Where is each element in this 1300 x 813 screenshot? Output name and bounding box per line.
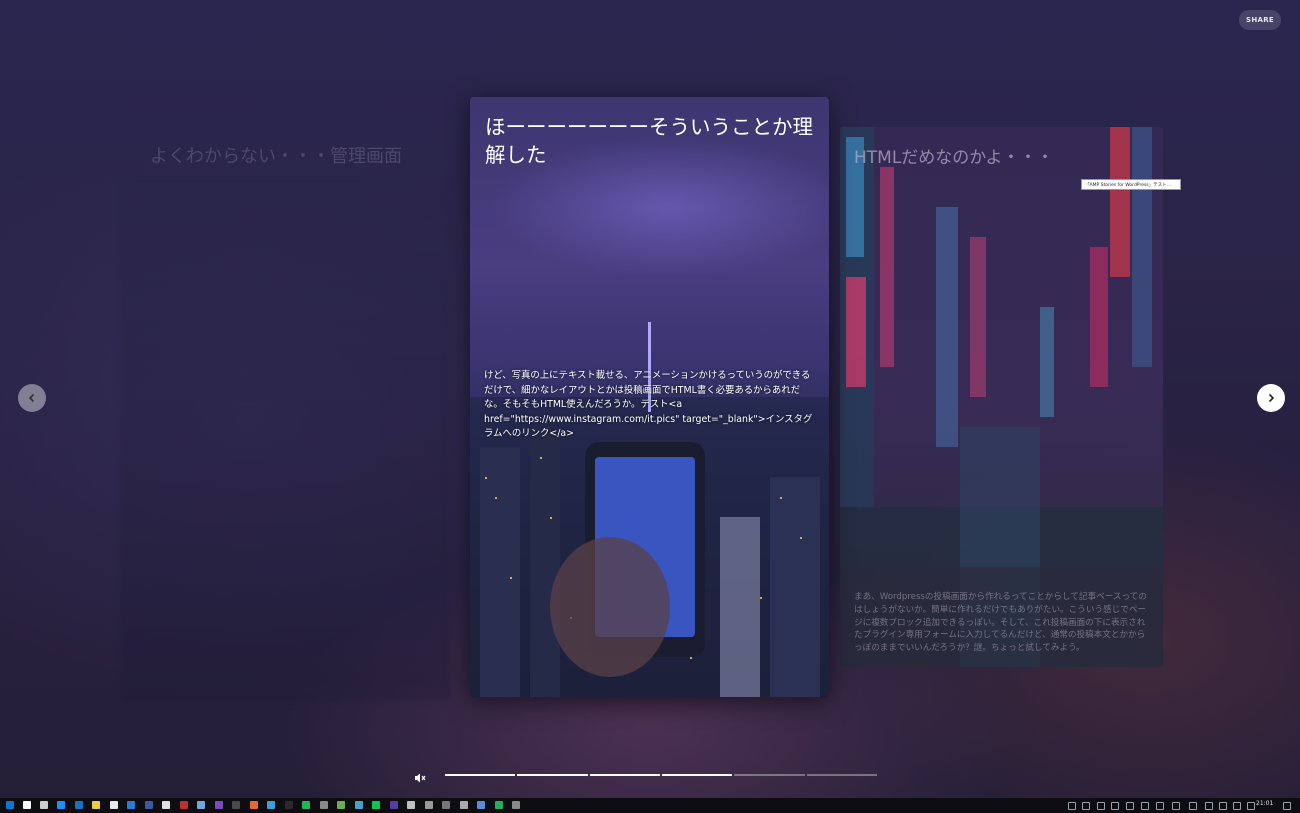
next-page-card[interactable]: HTMLだめなのかよ・・・ まあ、Wordpressの投稿画面から作れるってこと… — [840, 127, 1163, 667]
system-tray-icon[interactable] — [1233, 802, 1241, 810]
taskbar-app-icon[interactable] — [197, 801, 205, 809]
system-tray-icon[interactable] — [1111, 802, 1119, 810]
next-page-title: HTMLだめなのかよ・・・ — [854, 148, 1054, 168]
progress-segment — [589, 774, 660, 776]
system-tray-icon[interactable] — [1156, 802, 1164, 810]
taskbar-app-icon[interactable] — [284, 801, 293, 809]
next-page-button[interactable] — [1257, 384, 1285, 412]
taskbar-app-icon[interactable] — [372, 801, 380, 809]
volume-muted-icon — [415, 773, 426, 783]
progress-segment — [517, 774, 588, 776]
system-tray-icon[interactable] — [1141, 802, 1149, 810]
progress-segment — [734, 774, 805, 776]
system-tray-icon[interactable] — [1189, 802, 1197, 810]
taskbar-app-icon[interactable] — [389, 801, 398, 809]
system-tray-icon[interactable] — [1219, 802, 1227, 810]
progress-segment — [445, 774, 516, 776]
system-tray-icon[interactable] — [1247, 802, 1255, 810]
progress-segment — [661, 774, 733, 776]
taskbar-app-icon[interactable] — [40, 801, 48, 809]
taskbar-app-icon[interactable] — [407, 801, 415, 809]
system-tray-icon[interactable] — [1126, 802, 1134, 810]
taskbar-app-icon[interactable] — [354, 801, 363, 809]
system-tray-icon[interactable] — [1082, 802, 1090, 810]
taskbar-app-icon[interactable] — [424, 801, 433, 809]
share-button[interactable]: SHARE — [1239, 10, 1281, 30]
next-page-body: まあ、Wordpressの投稿画面から作れるってことからして記事ベースってのはし… — [854, 592, 1147, 654]
taskbar-app-icon[interactable] — [477, 801, 485, 809]
taskbar-app-icon[interactable] — [162, 801, 170, 809]
taskbar-app-icon[interactable] — [23, 801, 31, 809]
taskbar-app-icon[interactable] — [144, 801, 153, 809]
page-title: ほーーーーーーーそういうことか理解した — [485, 115, 813, 167]
taskbar-app-icon[interactable] — [337, 801, 345, 809]
taskbar-app-icon[interactable] — [494, 801, 503, 809]
taskbar-app-icon[interactable] — [232, 801, 240, 809]
system-tray-icon[interactable] — [1068, 802, 1076, 810]
taskbar-clock: 21:01 — [1256, 800, 1274, 807]
previous-page-button[interactable] — [18, 384, 46, 412]
page-body-text: けど、写真の上にテキスト載せる、アニメーションかけるっていうのができるだけで、細… — [484, 370, 813, 439]
previous-page-preview — [120, 180, 450, 700]
taskbar-app-icon[interactable] — [459, 801, 468, 809]
chevron-right-icon — [1268, 393, 1275, 403]
taskbar-app-icon[interactable] — [319, 801, 328, 809]
taskbar-app-icon[interactable] — [57, 801, 65, 809]
progress-segment — [806, 774, 877, 776]
neon-street-photo — [840, 127, 1163, 667]
taskbar-app-icon[interactable] — [74, 801, 83, 809]
tooltip: 「AMP Stories for WordPress」テスト... — [1081, 179, 1181, 190]
taskbar-app-icon[interactable] — [6, 801, 14, 809]
taskbar-app-icon[interactable] — [302, 801, 310, 809]
current-page-card[interactable]: ほーーーーーーーそういうことか理解した けど、写真の上にテキスト載せる、アニメー… — [470, 97, 829, 698]
system-tray-icon[interactable] — [1205, 802, 1213, 810]
system-tray-icon[interactable] — [1172, 802, 1180, 810]
taskbar-app-icon[interactable] — [127, 801, 135, 809]
mute-toggle-button[interactable] — [414, 769, 426, 783]
taskbar-app-icon[interactable] — [442, 801, 450, 809]
system-tray-icon[interactable] — [1097, 802, 1105, 810]
taskbar-app-icon[interactable] — [179, 801, 188, 809]
story-viewport: よくわからない・・・管理画面 SHARE HTMLだめなのかよ・・・ まあ、Wo… — [0, 0, 1300, 798]
chevron-left-icon — [28, 393, 35, 403]
taskbar-app-icon[interactable] — [109, 801, 118, 809]
previous-page-title: よくわからない・・・管理画面 — [150, 146, 402, 167]
taskbar-app-icon[interactable] — [214, 801, 223, 809]
taskbar-app-icon[interactable] — [249, 801, 258, 809]
taskbar-app-icon[interactable] — [92, 801, 100, 809]
taskbar-app-icon[interactable] — [267, 801, 275, 809]
story-progress-bar — [445, 774, 877, 776]
windows-taskbar — [0, 798, 1300, 813]
system-tray-icon[interactable] — [1283, 802, 1291, 810]
taskbar-app-icon[interactable] — [512, 801, 520, 809]
